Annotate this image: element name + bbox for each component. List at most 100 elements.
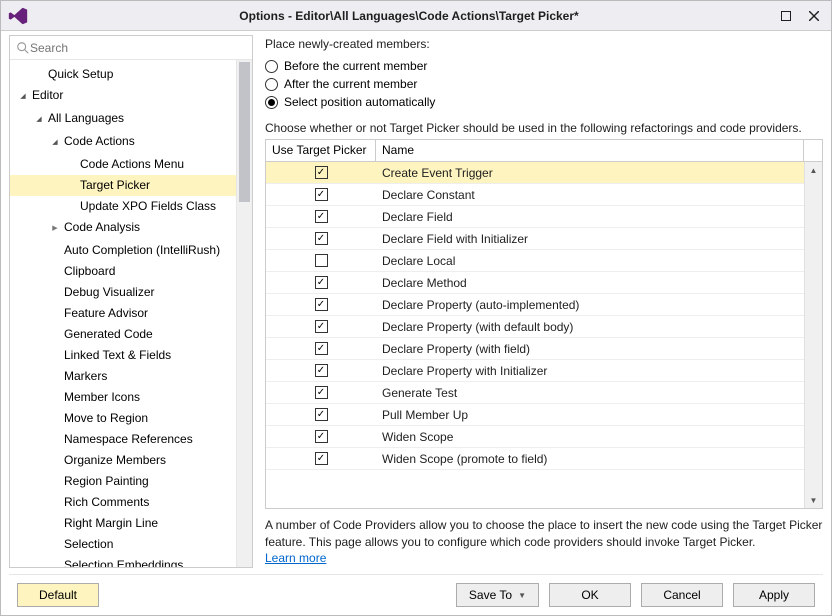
use-target-picker-checkbox[interactable] bbox=[315, 408, 328, 421]
tree-item[interactable]: Move to Region bbox=[10, 408, 236, 429]
use-target-picker-checkbox[interactable] bbox=[315, 364, 328, 377]
tree-item[interactable]: Code Actions bbox=[10, 131, 236, 154]
titlebar: Options - Editor\All Languages\Code Acti… bbox=[1, 1, 831, 31]
tree-item[interactable]: Selection bbox=[10, 534, 236, 555]
search-input[interactable] bbox=[30, 41, 246, 55]
tree-item[interactable]: Member Icons bbox=[10, 387, 236, 408]
tree-item[interactable]: Organize Members bbox=[10, 450, 236, 471]
tree-item[interactable]: Namespace References bbox=[10, 429, 236, 450]
tree-item[interactable]: Quick Setup bbox=[10, 64, 236, 85]
use-target-picker-checkbox[interactable] bbox=[315, 430, 328, 443]
grid-header: Use Target Picker Name bbox=[266, 140, 822, 162]
table-row[interactable]: Declare Property (with field) bbox=[266, 338, 804, 360]
row-name: Widen Scope (promote to field) bbox=[376, 452, 804, 466]
use-target-picker-checkbox[interactable] bbox=[315, 342, 328, 355]
tree-item[interactable]: Selection Embeddings bbox=[10, 555, 236, 567]
tree-item[interactable]: Right Margin Line bbox=[10, 513, 236, 534]
default-button[interactable]: Default bbox=[17, 583, 99, 607]
table-row[interactable]: Generate Test bbox=[266, 382, 804, 404]
tree-item[interactable]: Feature Advisor bbox=[10, 303, 236, 324]
apply-button[interactable]: Apply bbox=[733, 583, 815, 607]
use-target-picker-checkbox[interactable] bbox=[315, 298, 328, 311]
tree-item[interactable]: Auto Completion (IntelliRush) bbox=[10, 240, 236, 261]
use-target-picker-checkbox[interactable] bbox=[315, 320, 328, 333]
options-tree[interactable]: Quick SetupEditor All Languages Code Actio… bbox=[10, 60, 236, 567]
use-target-picker-checkbox[interactable] bbox=[315, 254, 328, 267]
tree-item[interactable]: Update XPO Fields Class bbox=[10, 196, 236, 217]
tree-item[interactable]: Generated Code bbox=[10, 324, 236, 345]
maximize-icon[interactable] bbox=[779, 9, 793, 23]
table-row[interactable]: Declare Constant bbox=[266, 184, 804, 206]
table-row[interactable]: Widen Scope (promote to field) bbox=[266, 448, 804, 470]
tree-caret-icon[interactable] bbox=[34, 107, 44, 130]
row-name: Widen Scope bbox=[376, 430, 804, 444]
tree-item-label: Update XPO Fields Class bbox=[80, 199, 216, 213]
tree-item[interactable]: Code Actions Menu bbox=[10, 154, 236, 175]
tree-caret-icon[interactable] bbox=[18, 84, 28, 107]
tree-item[interactable]: Debug Visualizer bbox=[10, 282, 236, 303]
tree-item[interactable]: Code Analysis bbox=[10, 217, 236, 240]
row-name: Declare Field bbox=[376, 210, 804, 224]
row-name: Declare Property (with field) bbox=[376, 342, 804, 356]
save-to-button[interactable]: Save To ▼ bbox=[456, 583, 539, 607]
tree-scrollbar[interactable] bbox=[236, 60, 252, 567]
tree-item[interactable]: All Languages bbox=[10, 108, 236, 131]
use-target-picker-checkbox[interactable] bbox=[315, 232, 328, 245]
tree-item-label: Namespace References bbox=[64, 432, 193, 446]
button-bar: Default Save To ▼ OK Cancel Apply bbox=[9, 574, 823, 615]
tree-item-label: Auto Completion (IntelliRush) bbox=[64, 243, 220, 257]
radio-icon[interactable] bbox=[265, 96, 278, 109]
use-target-picker-checkbox[interactable] bbox=[315, 452, 328, 465]
right-pane: Place newly-created members: Before the … bbox=[265, 35, 823, 568]
row-name: Declare Property (auto-implemented) bbox=[376, 298, 804, 312]
tree-item[interactable]: Target Picker bbox=[10, 175, 236, 196]
table-row[interactable]: Create Event Trigger bbox=[266, 162, 804, 184]
use-target-picker-checkbox[interactable] bbox=[315, 166, 328, 179]
close-icon[interactable] bbox=[807, 9, 821, 23]
use-target-picker-checkbox[interactable] bbox=[315, 210, 328, 223]
tree-caret-icon[interactable] bbox=[50, 216, 60, 239]
tree-item-label: Target Picker bbox=[80, 178, 150, 192]
table-row[interactable]: Declare Local bbox=[266, 250, 804, 272]
col-name[interactable]: Name bbox=[376, 140, 804, 161]
tree-caret-icon[interactable] bbox=[50, 130, 60, 153]
tree-item-label: Rich Comments bbox=[64, 495, 149, 509]
use-target-picker-checkbox[interactable] bbox=[315, 276, 328, 289]
placement-radio[interactable]: Select position automatically bbox=[265, 95, 823, 109]
row-name: Generate Test bbox=[376, 386, 804, 400]
placement-radio[interactable]: Before the current member bbox=[265, 59, 823, 73]
ok-button[interactable]: OK bbox=[549, 583, 631, 607]
table-row[interactable]: Declare Property with Initializer bbox=[266, 360, 804, 382]
use-target-picker-checkbox[interactable] bbox=[315, 188, 328, 201]
use-target-picker-checkbox[interactable] bbox=[315, 386, 328, 399]
tree-item[interactable]: Region Painting bbox=[10, 471, 236, 492]
col-use-target-picker[interactable]: Use Target Picker bbox=[266, 140, 376, 161]
placement-radio[interactable]: After the current member bbox=[265, 77, 823, 91]
search-box[interactable] bbox=[10, 36, 252, 60]
table-row[interactable]: Declare Method bbox=[266, 272, 804, 294]
table-row[interactable]: Widen Scope bbox=[266, 426, 804, 448]
grid-scrollbar[interactable]: ▲ ▼ bbox=[804, 162, 822, 508]
learn-more-link[interactable]: Learn more bbox=[265, 551, 326, 565]
tree-item[interactable]: Markers bbox=[10, 366, 236, 387]
tree-item-label: Region Painting bbox=[64, 474, 149, 488]
radio-icon[interactable] bbox=[265, 60, 278, 73]
table-row[interactable]: Declare Property (with default body) bbox=[266, 316, 804, 338]
scroll-up-icon[interactable]: ▲ bbox=[805, 162, 822, 178]
radio-icon[interactable] bbox=[265, 78, 278, 91]
row-name: Create Event Trigger bbox=[376, 166, 804, 180]
tree-item[interactable]: Clipboard bbox=[10, 261, 236, 282]
cancel-button[interactable]: Cancel bbox=[641, 583, 723, 607]
row-name: Pull Member Up bbox=[376, 408, 804, 422]
target-picker-grid: Use Target Picker Name Create Event Trig… bbox=[265, 139, 823, 509]
tree-item[interactable]: Rich Comments bbox=[10, 492, 236, 513]
scroll-thumb[interactable] bbox=[239, 62, 250, 202]
table-row[interactable]: Declare Field bbox=[266, 206, 804, 228]
tree-item[interactable]: Editor bbox=[10, 85, 236, 108]
table-row[interactable]: Declare Property (auto-implemented) bbox=[266, 294, 804, 316]
table-row[interactable]: Declare Field with Initializer bbox=[266, 228, 804, 250]
tree-item-label: All Languages bbox=[48, 111, 124, 125]
tree-item[interactable]: Linked Text & Fields bbox=[10, 345, 236, 366]
scroll-down-icon[interactable]: ▼ bbox=[805, 492, 822, 508]
table-row[interactable]: Pull Member Up bbox=[266, 404, 804, 426]
